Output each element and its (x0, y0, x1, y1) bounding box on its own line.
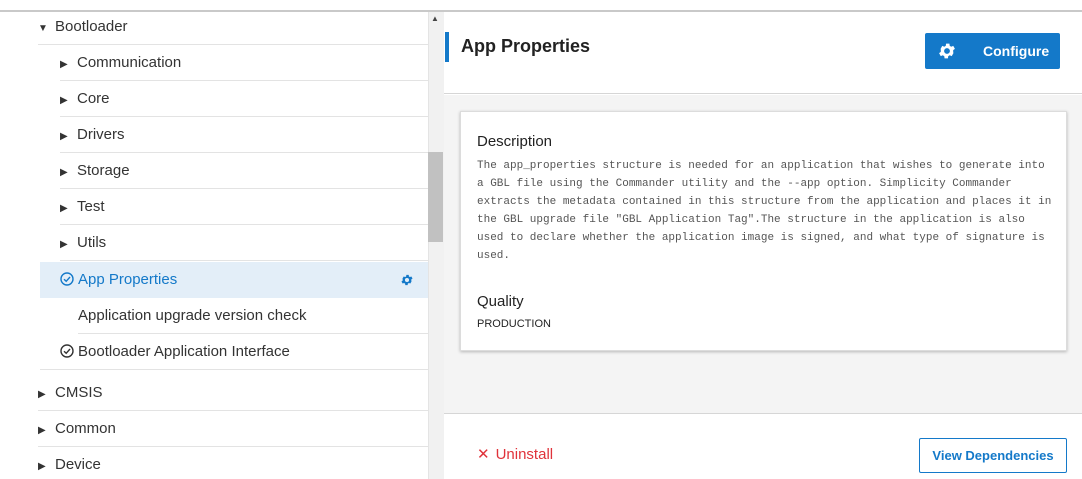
tree-item-label: Bootloader (55, 18, 128, 35)
configure-button[interactable]: Configure (925, 33, 1060, 69)
caret-right-icon[interactable]: ▶ (38, 449, 49, 479)
component-tree[interactable]: ▼ Bootloader ▶ Communication ▶ Core ▶ Driver… (0, 12, 444, 479)
tree-item-label: Bootloader Application Interface (78, 343, 290, 360)
tree-item-label: Device (55, 456, 101, 473)
uninstall-label: Uninstall (495, 446, 554, 463)
tree-scrollbar[interactable] (428, 12, 444, 479)
gear-icon (939, 43, 955, 59)
tree-item-communication[interactable]: ▶ Communication (60, 45, 428, 81)
tree-item-label: CMSIS (55, 384, 103, 401)
details-panel: App Properties Configure Description The… (444, 12, 1082, 479)
tree-item-label: Drivers (77, 126, 125, 143)
details-card: Description The app_properties structure… (460, 111, 1067, 351)
caret-right-icon[interactable]: ▶ (38, 413, 49, 449)
page-title: App Properties (461, 36, 591, 56)
details-header: App Properties Configure (444, 12, 1082, 94)
tree-item-storage[interactable]: ▶ Storage (60, 153, 428, 189)
tree-item-bootloader-app-interface[interactable]: Bootloader Application Interface (40, 334, 428, 370)
caret-right-icon[interactable]: ▶ (60, 47, 71, 83)
title-accent-bar (445, 32, 449, 62)
tree-item-label: Core (77, 90, 110, 107)
scrollbar-thumb[interactable] (428, 152, 443, 242)
caret-right-icon[interactable]: ▶ (60, 155, 71, 191)
check-circle-icon (60, 272, 74, 286)
tree-item-label: Storage (77, 162, 130, 179)
caret-down-icon[interactable]: ▼ (38, 12, 49, 47)
details-footer: ✕ Uninstall View Dependencies (444, 413, 1082, 479)
caret-right-icon[interactable]: ▶ (38, 377, 49, 413)
check-circle-icon (60, 344, 74, 358)
description-text: The app_properties structure is needed f… (477, 160, 1052, 262)
tree-item-device[interactable]: ▶ Device (38, 447, 428, 479)
quality-value: PRODUCTION (477, 318, 551, 330)
caret-right-icon[interactable]: ▶ (60, 119, 71, 155)
tree-item-label: Common (55, 420, 116, 437)
tree-item-label: App Properties (78, 271, 178, 288)
tree-item-label: Communication (77, 54, 182, 71)
tree-item-utils[interactable]: ▶ Utils (60, 225, 428, 261)
tree-item-common[interactable]: ▶ Common (38, 411, 428, 447)
tree-item-test[interactable]: ▶ Test (60, 189, 428, 225)
quality-heading: Quality (477, 293, 524, 310)
description-heading: Description (477, 133, 553, 150)
tree-item-app-upgrade-check[interactable]: Application upgrade version check (78, 298, 428, 334)
tree-item-cmsis[interactable]: ▶ CMSIS (38, 375, 428, 411)
caret-right-icon[interactable]: ▶ (60, 83, 71, 119)
tree-item-label: Utils (77, 234, 107, 251)
scroll-up-arrow-icon[interactable]: ▲ (431, 14, 439, 23)
caret-right-icon[interactable]: ▶ (60, 227, 71, 263)
tree-item-label: Test (77, 198, 105, 215)
view-dependencies-button[interactable]: View Dependencies (919, 438, 1067, 473)
caret-right-icon[interactable]: ▶ (60, 191, 71, 227)
tree-item-app-properties[interactable]: App Properties (40, 262, 428, 298)
tree-item-label: Application upgrade version check (78, 307, 307, 324)
tree-item-drivers[interactable]: ▶ Drivers (60, 117, 428, 153)
x-icon: ✕ (477, 446, 490, 463)
tree-item-core[interactable]: ▶ Core (60, 81, 428, 117)
configure-button-label: Configure (983, 43, 1050, 59)
uninstall-button[interactable]: ✕ Uninstall (477, 445, 553, 463)
gear-icon[interactable] (400, 273, 414, 287)
content-area: Description The app_properties structure… (444, 95, 1082, 413)
tree-item-bootloader[interactable]: ▼ Bootloader (38, 12, 428, 45)
